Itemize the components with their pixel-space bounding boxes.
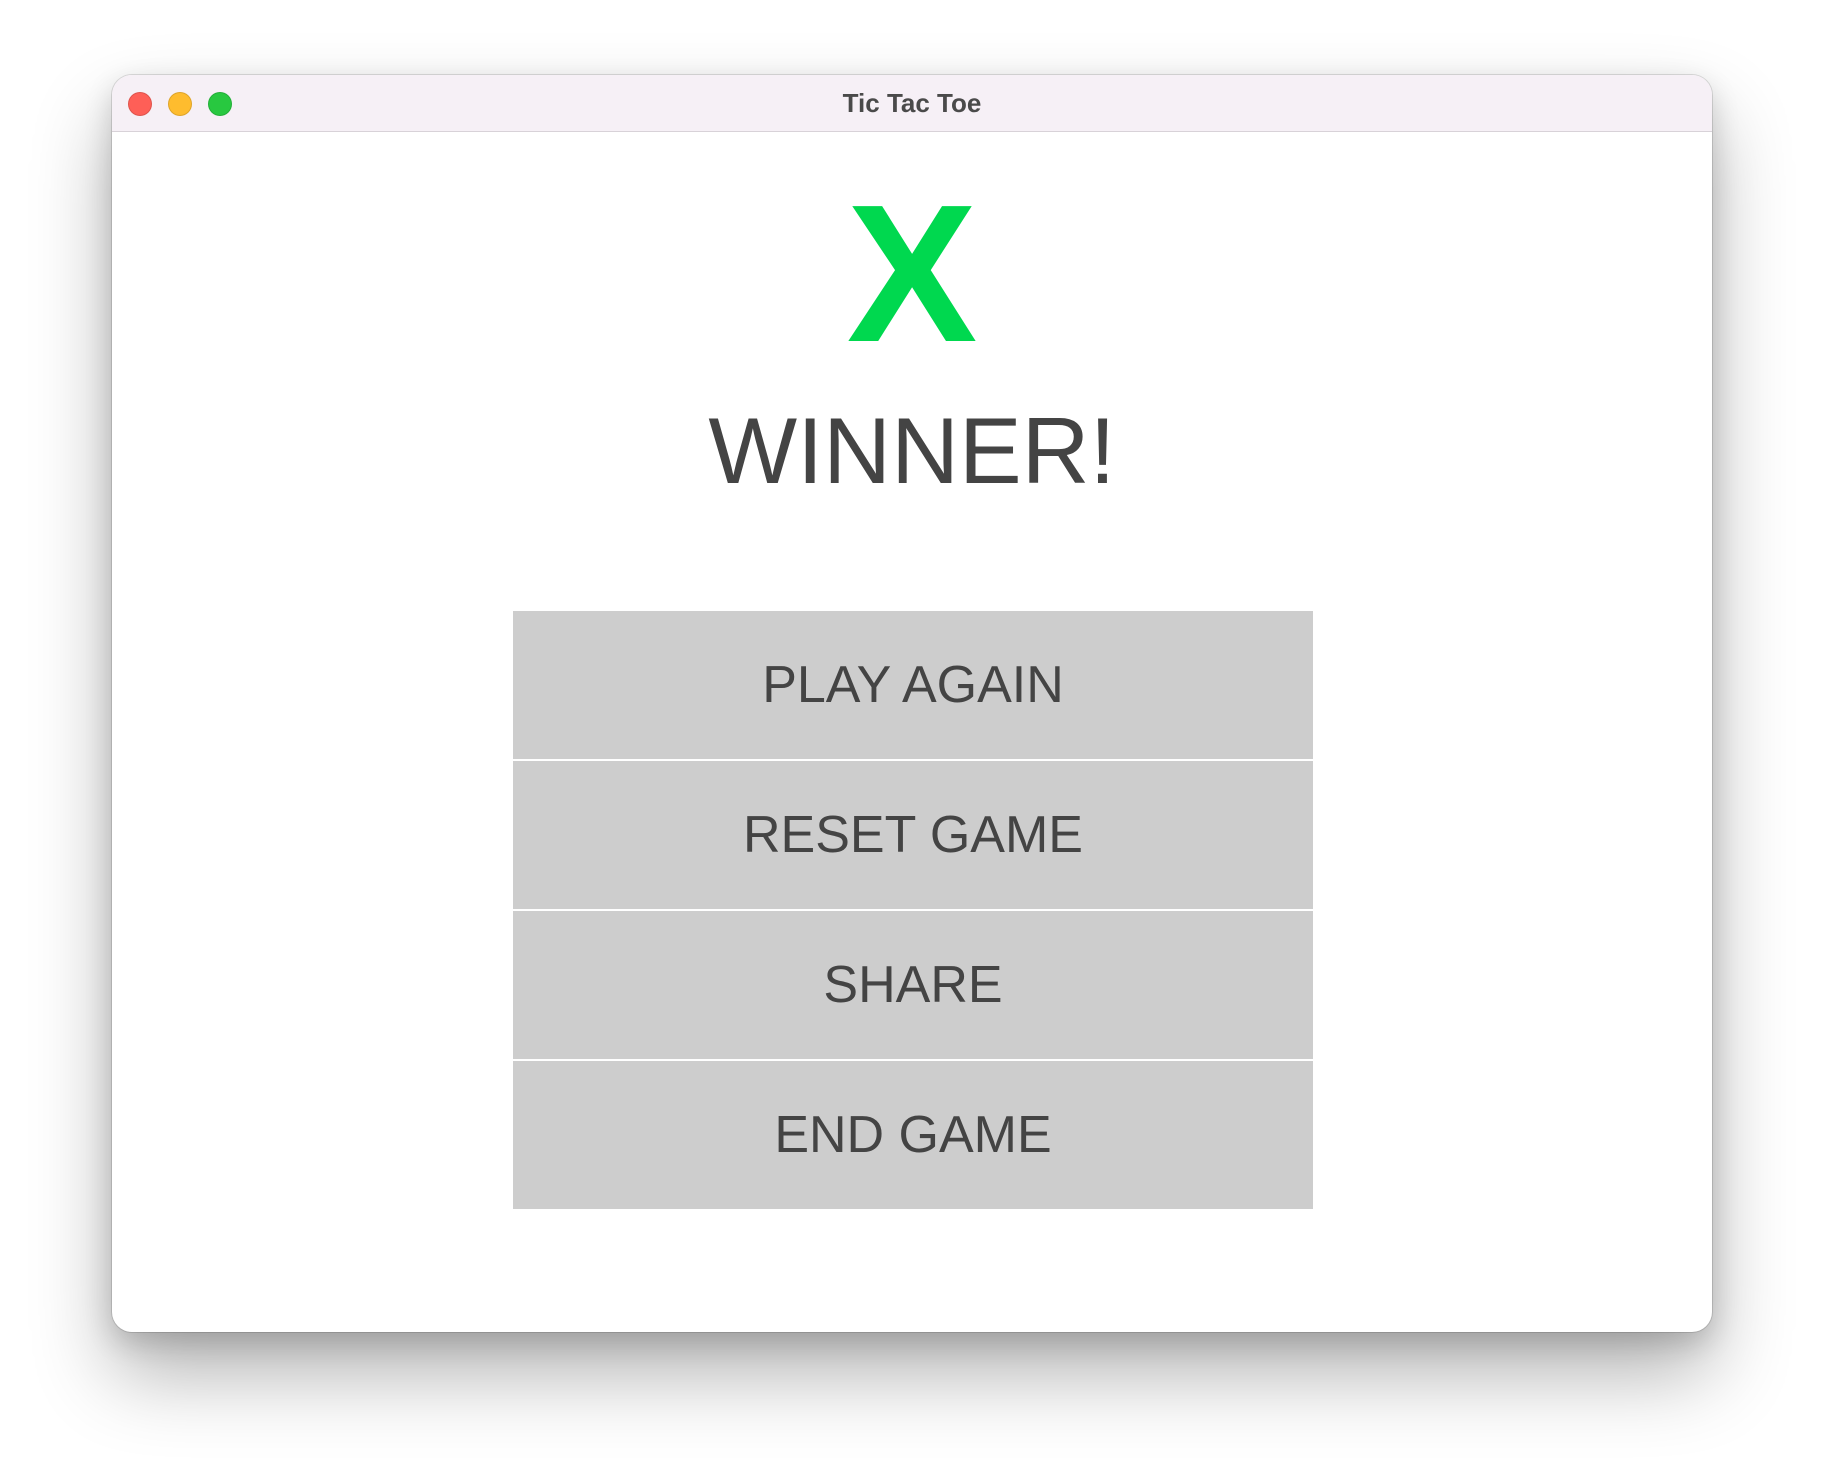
- game-menu: PLAY AGAIN RESET GAME SHARE END GAME: [513, 611, 1313, 1209]
- end-game-button[interactable]: END GAME: [513, 1061, 1313, 1209]
- play-again-button[interactable]: PLAY AGAIN: [513, 611, 1313, 759]
- reset-game-button[interactable]: RESET GAME: [513, 761, 1313, 909]
- share-button[interactable]: SHARE: [513, 911, 1313, 1059]
- game-over-screen: X WINNER! PLAY AGAIN RESET GAME SHARE EN…: [112, 132, 1712, 1332]
- app-window: Tic Tac Toe X WINNER! PLAY AGAIN RESET G…: [112, 75, 1712, 1332]
- window-title: Tic Tac Toe: [842, 88, 982, 118]
- winner-message: WINNER!: [708, 398, 1116, 503]
- title-bar[interactable]: Tic Tac Toe: [112, 75, 1712, 132]
- winner-player-mark: X: [846, 164, 978, 383]
